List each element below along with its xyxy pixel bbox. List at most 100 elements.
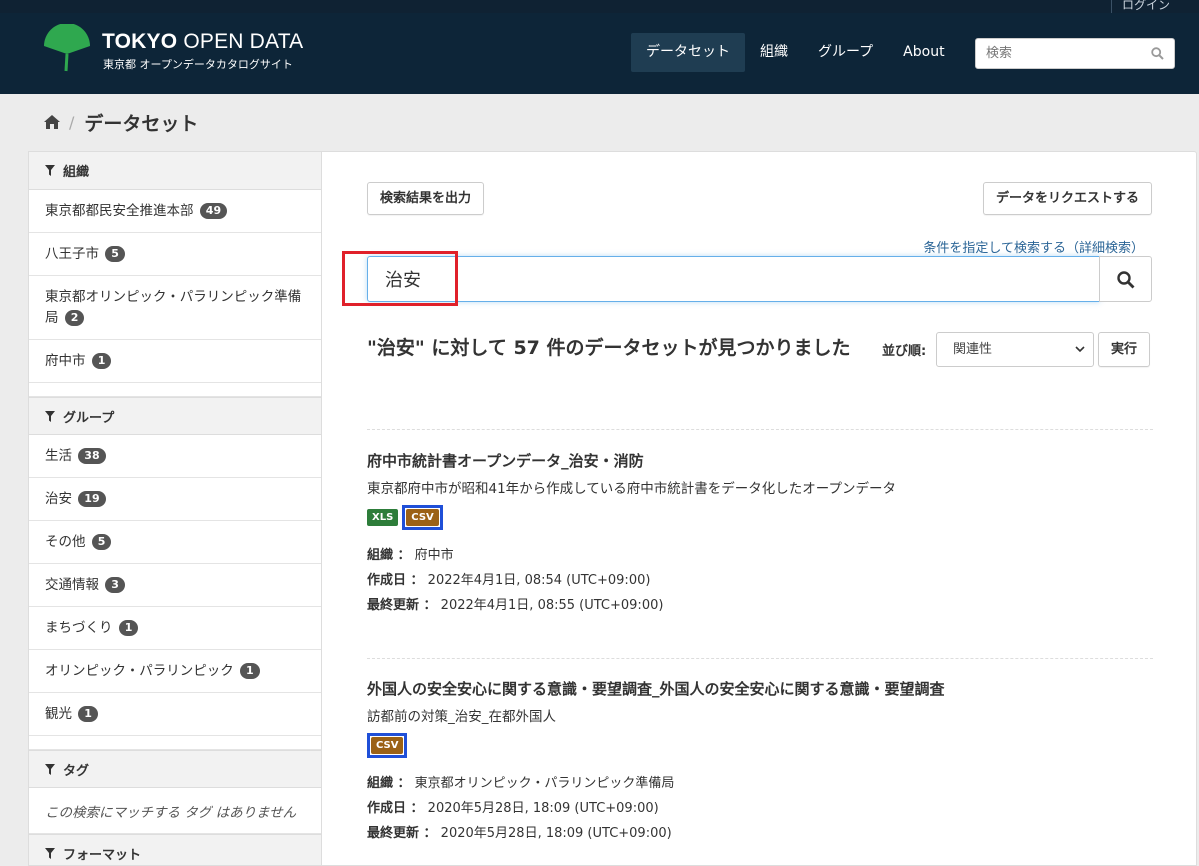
search-icon[interactable] [1151,47,1164,60]
meta-label: 作成日 ： [367,573,424,588]
facet-item-label: 府中市 [45,353,86,369]
meta-created: 2022年4月1日, 08:54 (UTC+09:00) [427,573,651,588]
sort-selected-value: 関連性 [953,342,993,357]
dataset-notes: 東京都府中市が昭和41年から作成している府中市統計書をデータ化したオープンデータ [367,481,896,497]
nav-about[interactable]: About [888,33,959,72]
facet-sidebar: 組織 東京都都民安全推進本部 49 八王子市 5 東京都オリンピック・パラリンピ… [28,151,321,866]
facet-item-group[interactable]: まちづくり 1 [29,607,321,650]
dataset-meta: 組織 ： 東京都オリンピック・パラリンピック準備局 作成日 ： 2020年5月2… [367,771,1153,846]
count-badge: 1 [240,663,260,679]
count-badge: 5 [105,246,125,262]
search-icon [1117,271,1135,289]
filter-icon [45,763,55,775]
facet-item-org[interactable]: 八王子市 5 [29,233,321,276]
facet-heading-label: タグ [63,763,90,779]
count-badge: 2 [64,310,85,326]
count-badge: 19 [78,491,106,507]
facet-item-label: オリンピック・パラリンピック [45,663,234,679]
dataset-title[interactable]: 府中市統計書オープンデータ_治安・消防 [367,451,1153,471]
nav-datasets[interactable]: データセット [631,33,745,72]
site-subtitle: 東京都 オープンデータカタログサイト [103,58,293,71]
header-search-input[interactable] [976,39,1136,68]
export-results-button[interactable]: 検索結果を出力 [367,182,485,215]
meta-label: 最終更新 ： [367,598,437,613]
format-badge-xls[interactable]: XLS [367,508,399,526]
facet-item-group[interactable]: オリンピック・パラリンピック 1 [29,650,321,693]
facet-item-group[interactable]: その他 5 [29,521,321,564]
facet-item-org[interactable]: 東京都オリンピック・パラリンピック準備局 2 [29,276,321,340]
divider [367,429,1153,430]
count-badge: 49 [199,203,228,219]
format-badge-csv[interactable]: CSV [406,508,439,526]
nav-organizations[interactable]: 組織 [745,33,803,72]
chevron-down-icon [1075,346,1085,353]
sort-go-button[interactable]: 実行 [1098,332,1151,367]
facet-spacer [29,736,321,750]
meta-label: 組織 ： [367,548,411,563]
count-badge: 1 [78,706,98,722]
site-title-bold: TOKYO [102,30,178,53]
format-highlight: CSV [402,504,443,530]
facet-item-group[interactable]: 観光 1 [29,693,321,736]
dataset-item: 府中市統計書オープンデータ_治安・消防 東京都府中市が昭和41年から作成している… [367,451,1153,618]
dataset-search-button[interactable] [1099,256,1152,302]
facet-item-group[interactable]: 治安 19 [29,478,321,521]
facet-item-org[interactable]: 府中市 1 [29,340,321,383]
dataset-search-input[interactable] [368,257,1099,301]
facet-heading-formats: フォーマット [29,834,321,865]
login-link[interactable]: ログイン [1111,0,1199,13]
format-highlight: CSV [367,732,408,758]
facet-item-label: その他 [45,534,86,550]
facet-item-group[interactable]: 交通情報 3 [29,564,321,607]
facet-item-label: 八王子市 [45,246,99,262]
facet-item-label: 生活 [45,448,72,464]
meta-updated: 2022年4月1日, 08:55 (UTC+09:00) [440,598,664,613]
dataset-title[interactable]: 外国人の安全安心に関する意識・要望調査_外国人の安全安心に関する意識・要望調査 [367,679,1153,699]
facet-item-org[interactable]: 東京都都民安全推進本部 49 [29,190,321,233]
format-badge-csv[interactable]: CSV [371,736,404,754]
breadcrumb: / データセット [43,109,198,136]
facet-heading-groups: グループ [29,397,321,435]
divider [367,658,1153,659]
main-content: 検索結果を出力 データをリクエストする 条件を指定して検索する（詳細検索） "治… [321,151,1197,866]
request-data-button[interactable]: データをリクエストする [982,182,1152,215]
meta-created: 2020年5月28日, 18:09 (UTC+09:00) [427,801,659,816]
home-icon[interactable] [43,114,61,130]
main-nav: データセット 組織 グループ About [631,33,960,72]
count-badge: 38 [78,448,106,464]
facet-spacer [29,383,321,397]
facet-item-label: 観光 [45,706,72,722]
dataset-item: 外国人の安全安心に関する意識・要望調査_外国人の安全安心に関する意識・要望調査 … [367,679,1153,846]
nav-groups[interactable]: グループ [803,33,888,72]
dataset-notes: 訪都前の対策_治安_在都外国人 [367,709,556,725]
filter-icon [45,410,55,422]
count-badge: 3 [105,577,125,593]
count-badge: 5 [91,534,112,550]
header-search-box [975,38,1175,69]
count-badge: 1 [91,353,112,369]
sort-label: 並び順: [882,344,927,359]
count-badge: 1 [118,620,139,636]
breadcrumb-current[interactable]: データセット [84,109,198,136]
meta-org: 東京都オリンピック・パラリンピック準備局 [414,776,675,791]
facet-heading-label: グループ [63,410,115,426]
site-header: TOKYO OPEN DATA 東京都 オープンデータカタログサイト データセッ… [0,13,1199,94]
dataset-formats: XLS CSV [367,504,1153,530]
facet-heading-organizations: 組織 [29,152,321,190]
meta-label: 最終更新 ： [367,826,437,841]
facet-item-label: 治安 [45,491,72,507]
filter-icon [45,165,55,176]
facet-item-label: 東京都都民安全推進本部 [45,203,194,219]
sort-select[interactable]: 関連性 [936,332,1094,367]
result-count-heading: "治安" に対して 57 件のデータセットが見つかりました [367,337,851,359]
ginkgo-logo-icon[interactable] [42,24,92,72]
meta-updated: 2020年5月28日, 18:09 (UTC+09:00) [440,826,672,841]
advanced-search-link[interactable]: 条件を指定して検索する（詳細検索） [923,237,1144,256]
facet-empty-message: この検索にマッチする タグ はありません [29,788,321,834]
facet-item-label: まちづくり [45,620,113,636]
breadcrumb-separator: / [69,112,75,132]
meta-label: 作成日 ： [367,801,424,816]
site-title[interactable]: TOKYO OPEN DATA [102,30,303,54]
facet-item-group[interactable]: 生活 38 [29,435,321,478]
meta-label: 組織 ： [367,776,411,791]
